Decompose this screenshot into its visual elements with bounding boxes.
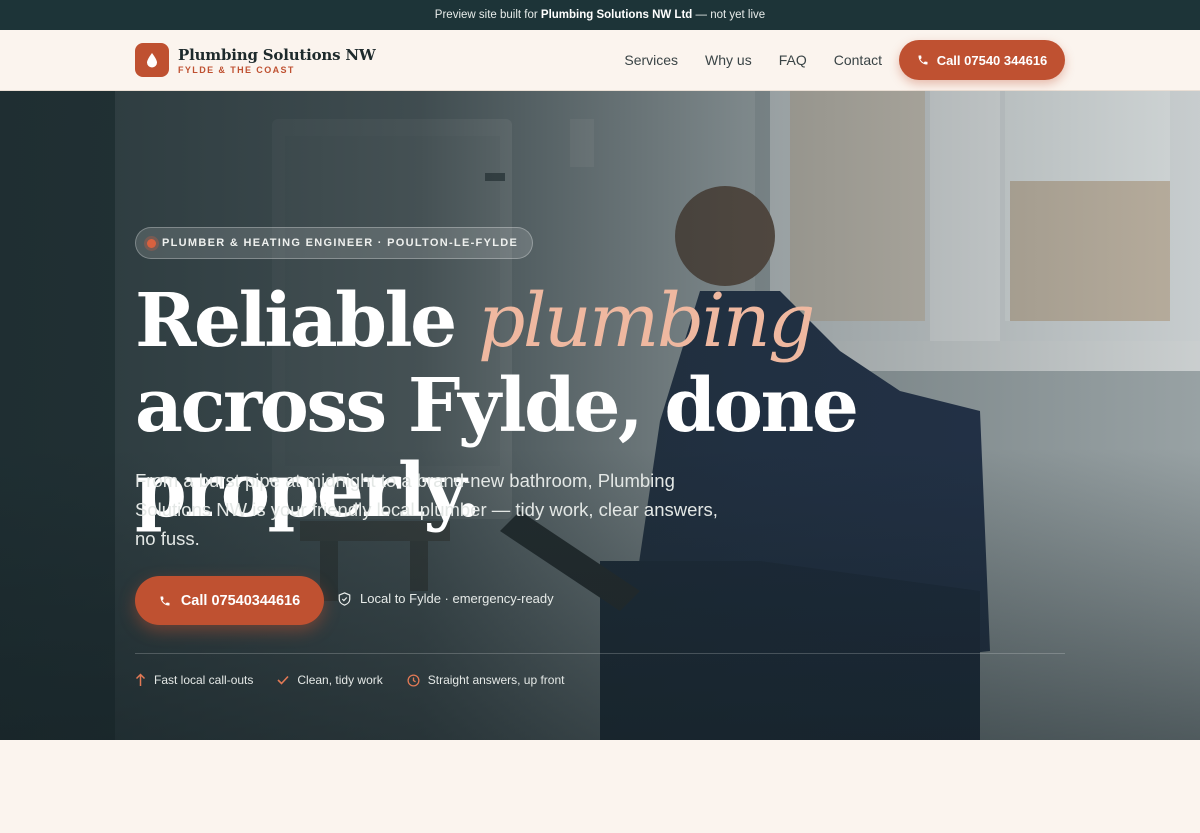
feature-label: Fast local call-outs (154, 673, 254, 687)
trade-pill: PLUMBER & HEATING ENGINEER · POULTON-LE-… (135, 227, 534, 259)
feature-item: Clean, tidy work (277, 673, 383, 687)
feature-item: Straight answers, up front (407, 673, 565, 687)
preview-company: Plumbing Solutions NW Ltd (540, 9, 693, 21)
brand-tagline: FYLDE & THE COAST (178, 64, 295, 75)
preview-prefix: Preview site built for (434, 9, 538, 21)
hero-divider (135, 653, 1065, 654)
header-call-button[interactable]: Call 07540 344616 (899, 40, 1065, 80)
hero-section: PLUMBER & HEATING ENGINEER · POULTON-LE-… (0, 91, 1200, 740)
local-note-label: Local to Fylde · emergency-ready (360, 591, 554, 606)
feature-item: Fast local call-outs (135, 673, 253, 687)
feature-list: Fast local call-outs Clean, tidy work St… (135, 673, 564, 687)
nav-link-why-us[interactable]: Why us (705, 52, 752, 68)
feature-label: Clean, tidy work (297, 673, 383, 687)
status-dot-icon (147, 238, 156, 248)
phone-icon (918, 55, 928, 65)
hero-call-label: Call 07540344616 (180, 592, 301, 609)
nav-link-contact[interactable]: Contact (834, 52, 882, 68)
site-header: Plumbing Solutions NW FYLDE & THE COAST … (0, 30, 1200, 91)
logo[interactable] (135, 43, 169, 77)
shield-check-icon (338, 591, 351, 606)
trade-pill-label: PLUMBER & HEATING ENGINEER · POULTON-LE-… (162, 237, 519, 249)
header-call-label: Call 07540 344616 (936, 52, 1048, 68)
main-nav: Services Why us FAQ Contact (624, 30, 882, 90)
clock-icon (407, 673, 420, 687)
check-icon (277, 675, 289, 685)
preview-banner: Preview site built for Plumbing Solution… (0, 0, 1200, 30)
nav-link-faq[interactable]: FAQ (779, 52, 807, 68)
brand-name: Plumbing Solutions NW (178, 45, 376, 64)
next-section (0, 740, 1200, 833)
water-drop-icon (147, 53, 157, 68)
headline-start: Reliable (135, 278, 457, 364)
brand[interactable]: Plumbing Solutions NW FYLDE & THE COAST (178, 46, 376, 75)
phone-icon (160, 596, 170, 605)
feature-label: Straight answers, up front (427, 673, 565, 687)
hero-lede: From a burst pipe at midnight to a brand… (135, 470, 718, 549)
hero-call-button[interactable]: Call 07540344616 (135, 576, 324, 625)
local-note: Local to Fylde · emergency-ready (338, 591, 554, 606)
headline-emphasis: plumbing (477, 278, 815, 364)
arrow-up-icon (135, 673, 146, 686)
preview-suffix: — not yet live (695, 9, 766, 21)
nav-link-services[interactable]: Services (624, 52, 678, 68)
